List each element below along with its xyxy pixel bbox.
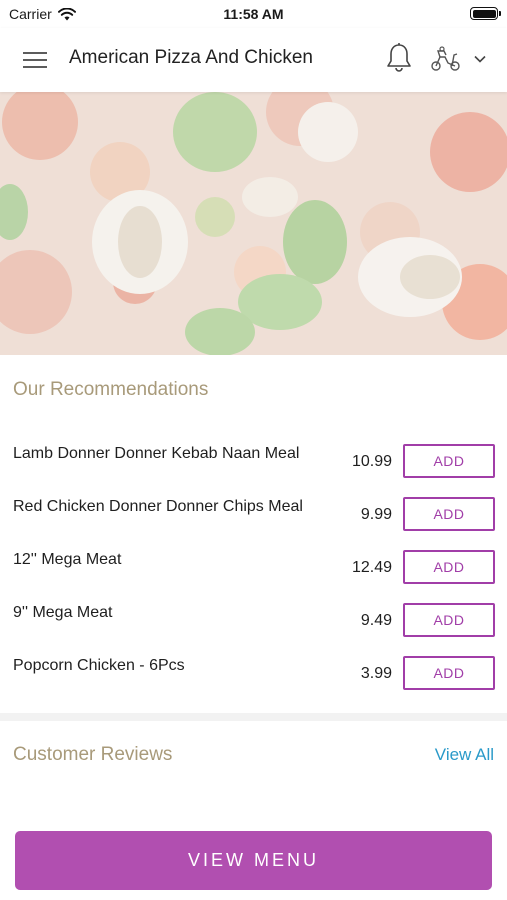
section-divider bbox=[0, 713, 507, 721]
chevron-down-icon[interactable] bbox=[473, 52, 487, 66]
list-item: 12'' Mega Meat 12.49 ADD bbox=[0, 550, 507, 604]
status-time: 11:58 AM bbox=[223, 6, 284, 22]
reviews-title: Customer Reviews bbox=[13, 744, 173, 765]
add-button[interactable]: ADD bbox=[403, 603, 495, 637]
item-price: 12.49 bbox=[351, 559, 392, 576]
add-button[interactable]: ADD bbox=[403, 444, 495, 478]
view-menu-button[interactable]: VIEW MENU bbox=[15, 831, 492, 890]
item-name: 12'' Mega Meat bbox=[13, 551, 122, 568]
item-price: 3.99 bbox=[360, 665, 392, 682]
list-item: Red Chicken Donner Donner Chips Meal 9.9… bbox=[0, 497, 507, 551]
app-header: American Pizza And Chicken bbox=[0, 28, 507, 92]
item-name: Lamb Donner Donner Kebab Naan Meal bbox=[13, 445, 300, 462]
hero-banner-image bbox=[0, 92, 507, 355]
add-button[interactable]: ADD bbox=[403, 550, 495, 584]
bell-icon[interactable] bbox=[385, 42, 413, 74]
item-name: Popcorn Chicken - 6Pcs bbox=[13, 657, 185, 674]
delivery-scooter-icon[interactable] bbox=[430, 46, 462, 72]
battery-icon bbox=[470, 7, 501, 20]
recommendations-title: Our Recommendations bbox=[13, 379, 209, 400]
restaurant-name: American Pizza And Chicken bbox=[69, 47, 313, 68]
add-button[interactable]: ADD bbox=[403, 497, 495, 531]
item-name: 9'' Mega Meat bbox=[13, 604, 113, 621]
add-button[interactable]: ADD bbox=[403, 656, 495, 690]
list-item: Popcorn Chicken - 6Pcs 3.99 ADD bbox=[0, 656, 507, 710]
item-name: Red Chicken Donner Donner Chips Meal bbox=[13, 498, 303, 515]
item-price: 10.99 bbox=[351, 453, 392, 470]
list-item: Lamb Donner Donner Kebab Naan Meal 10.99… bbox=[0, 444, 507, 498]
hamburger-menu-icon[interactable] bbox=[22, 47, 48, 73]
view-all-reviews-link[interactable]: View All bbox=[435, 745, 494, 765]
item-price: 9.49 bbox=[360, 612, 392, 629]
status-bar: Carrier 11:58 AM bbox=[0, 0, 507, 28]
item-price: 9.99 bbox=[360, 506, 392, 523]
list-item: 9'' Mega Meat 9.49 ADD bbox=[0, 603, 507, 657]
